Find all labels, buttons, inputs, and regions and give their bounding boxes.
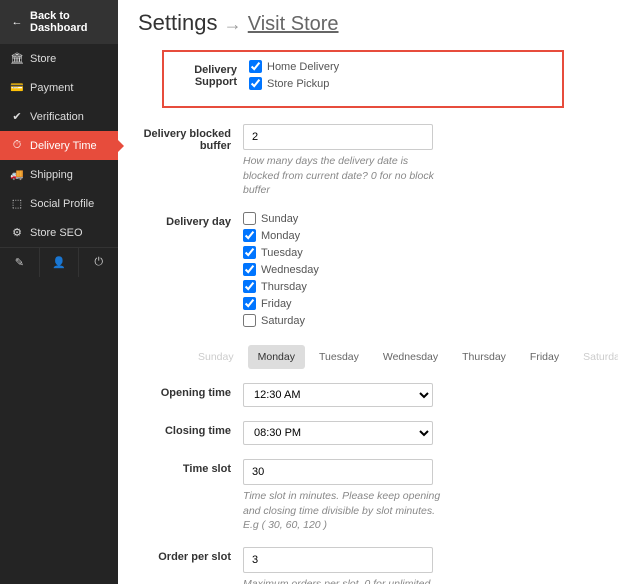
delivery-support-highlight: Delivery Support Home Delivery Store Pic… xyxy=(162,50,564,108)
sidebar-item-label: Social Profile xyxy=(30,198,94,210)
payment-icon: 💳 xyxy=(10,81,24,94)
checkbox-input[interactable] xyxy=(243,263,256,276)
checkbox-sunday[interactable]: Sunday xyxy=(243,212,598,225)
arrow-right-icon: → xyxy=(224,14,242,34)
order-per-slot-help: Maximum orders per slot. 0 for unlimited… xyxy=(243,577,443,584)
checkbox-label: Sunday xyxy=(261,213,298,225)
checkbox-store-pickup[interactable]: Store Pickup xyxy=(249,77,562,90)
time-slot-help: Time slot in minutes. Please keep openin… xyxy=(243,489,443,533)
title-text: Settings xyxy=(138,10,218,35)
checkbox-saturday[interactable]: Saturday xyxy=(243,314,598,327)
checkbox-input[interactable] xyxy=(243,229,256,242)
checkbox-input[interactable] xyxy=(243,297,256,310)
checkbox-tuesday[interactable]: Tuesday xyxy=(243,246,598,259)
clock-icon: ⏱ xyxy=(10,139,24,152)
order-per-slot-label: Order per slot xyxy=(138,547,243,563)
edit-icon: ✎ xyxy=(15,257,24,269)
checkbox-label: Wednesday xyxy=(261,264,319,276)
delivery-support-options: Home Delivery Store Pickup xyxy=(249,60,562,94)
checkbox-friday[interactable]: Friday xyxy=(243,297,598,310)
blocked-buffer-help: How many days the delivery date is block… xyxy=(243,154,443,198)
checkbox-label: Monday xyxy=(261,230,300,242)
checkbox-label: Store Pickup xyxy=(267,78,329,90)
gear-icon: ⚙ xyxy=(10,226,24,239)
sidebar-item-delivery-time[interactable]: ⏱ Delivery Time xyxy=(0,131,118,160)
page-title: Settings → Visit Store xyxy=(138,10,598,36)
day-tabs: Sunday Monday Tuesday Wednesday Thursday… xyxy=(188,345,598,369)
checkbox-thursday[interactable]: Thursday xyxy=(243,280,598,293)
checkbox-label: Friday xyxy=(261,298,292,310)
social-icon: ⬚ xyxy=(10,197,24,210)
sidebar-item-label: Shipping xyxy=(30,169,73,181)
tab-monday[interactable]: Monday xyxy=(248,345,305,369)
order-per-slot-input[interactable] xyxy=(243,547,433,573)
tab-thursday[interactable]: Thursday xyxy=(452,345,516,369)
sidebar-item-social-profile[interactable]: ⬚ Social Profile xyxy=(0,189,118,218)
time-slot-label: Time slot xyxy=(138,459,243,475)
opening-time-select[interactable]: 12:30 AM xyxy=(243,383,433,407)
sidebar-bottom: ✎ 👤 ⏻ xyxy=(0,247,118,277)
sidebar-edit-button[interactable]: ✎ xyxy=(0,248,40,277)
arrow-left-icon: ← xyxy=(10,16,24,28)
checkbox-label: Tuesday xyxy=(261,247,303,259)
sidebar-item-label: Store xyxy=(30,53,56,65)
tab-sunday: Sunday xyxy=(188,345,244,369)
sidebar-back-label: Back to Dashboard xyxy=(30,10,108,34)
checkbox-input[interactable] xyxy=(243,246,256,259)
main-content: Settings → Visit Store Delivery Support … xyxy=(118,0,618,584)
tab-tuesday[interactable]: Tuesday xyxy=(309,345,369,369)
visit-store-link[interactable]: Visit Store xyxy=(248,13,339,35)
sidebar: ← Back to Dashboard 🏛 Store 💳 Payment ✔ … xyxy=(0,0,118,584)
delivery-support-label: Delivery Support xyxy=(164,60,249,88)
closing-time-label: Closing time xyxy=(138,421,243,437)
shipping-icon: 🚚 xyxy=(10,168,24,181)
sidebar-user-button[interactable]: 👤 xyxy=(40,248,80,277)
delivery-day-label: Delivery day xyxy=(138,212,243,228)
sidebar-item-store[interactable]: 🏛 Store xyxy=(0,44,118,73)
power-icon: ⏻ xyxy=(94,256,103,268)
sidebar-item-label: Delivery Time xyxy=(30,140,97,152)
checkbox-label: Home Delivery xyxy=(267,61,339,73)
sidebar-back-to-dashboard[interactable]: ← Back to Dashboard xyxy=(0,0,118,44)
checkbox-monday[interactable]: Monday xyxy=(243,229,598,242)
sidebar-item-label: Verification xyxy=(30,111,84,123)
checkbox-input[interactable] xyxy=(249,60,262,73)
checkbox-label: Saturday xyxy=(261,315,305,327)
time-slot-input[interactable] xyxy=(243,459,433,485)
sidebar-item-label: Store SEO xyxy=(30,227,83,239)
sidebar-item-verification[interactable]: ✔ Verification xyxy=(0,102,118,131)
verification-icon: ✔ xyxy=(10,110,24,123)
store-icon: 🏛 xyxy=(10,52,24,65)
checkbox-input[interactable] xyxy=(249,77,262,90)
sidebar-power-button[interactable]: ⏻ xyxy=(79,248,118,277)
checkbox-label: Thursday xyxy=(261,281,307,293)
sidebar-item-payment[interactable]: 💳 Payment xyxy=(0,73,118,102)
checkbox-home-delivery[interactable]: Home Delivery xyxy=(249,60,562,73)
blocked-buffer-label: Delivery blocked buffer xyxy=(138,124,243,152)
tab-friday[interactable]: Friday xyxy=(520,345,569,369)
sidebar-item-store-seo[interactable]: ⚙ Store SEO xyxy=(0,218,118,247)
closing-time-select[interactable]: 08:30 PM xyxy=(243,421,433,445)
checkbox-wednesday[interactable]: Wednesday xyxy=(243,263,598,276)
sidebar-item-label: Payment xyxy=(30,82,73,94)
checkbox-input[interactable] xyxy=(243,212,256,225)
blocked-buffer-input[interactable] xyxy=(243,124,433,150)
tab-wednesday[interactable]: Wednesday xyxy=(373,345,448,369)
checkbox-input[interactable] xyxy=(243,280,256,293)
user-icon: 👤 xyxy=(52,257,66,269)
opening-time-label: Opening time xyxy=(138,383,243,399)
delivery-day-options: Sunday Monday Tuesday Wednesday Thursday… xyxy=(243,212,598,331)
tab-saturday: Saturday xyxy=(573,345,618,369)
sidebar-item-shipping[interactable]: 🚚 Shipping xyxy=(0,160,118,189)
checkbox-input[interactable] xyxy=(243,314,256,327)
